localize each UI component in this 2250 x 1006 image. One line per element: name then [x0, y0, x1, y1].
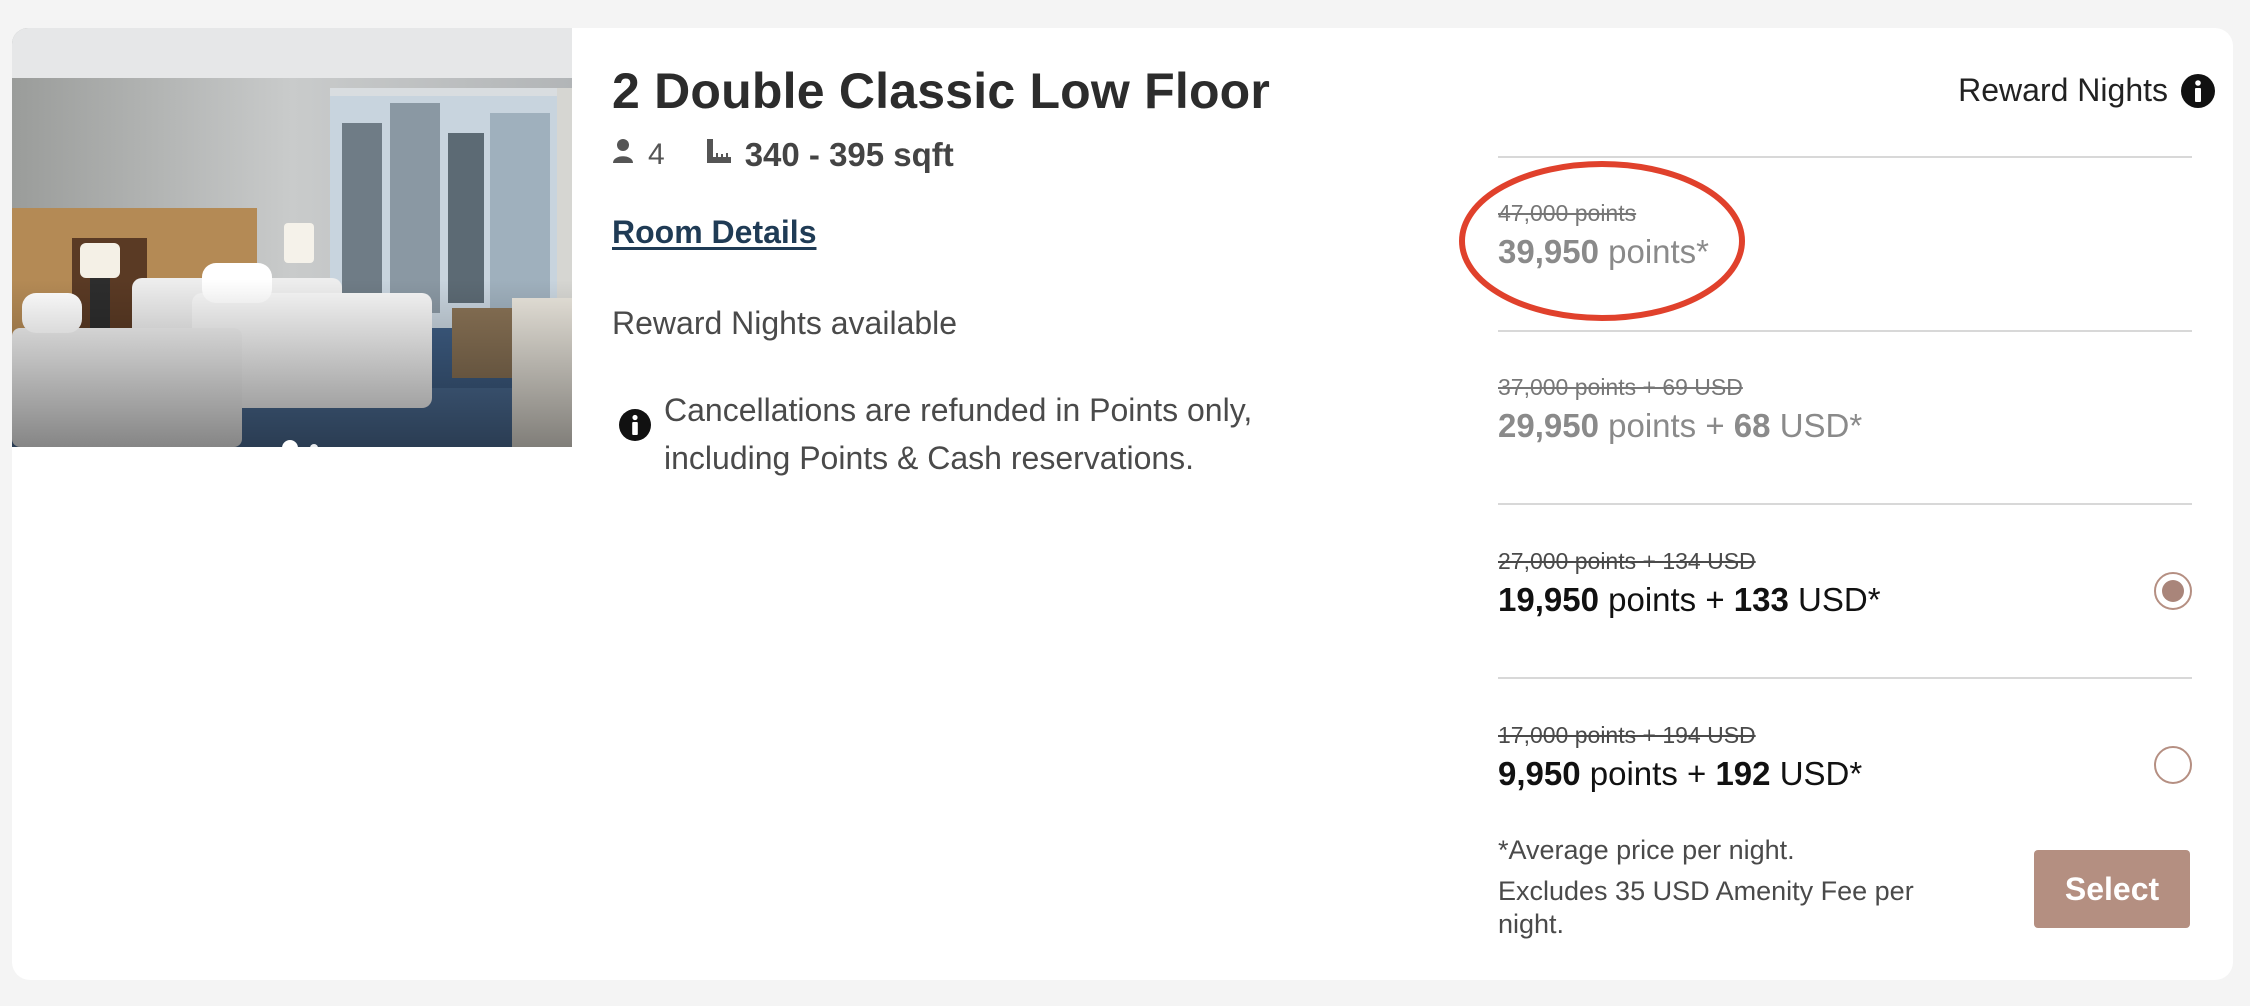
amenity-fee-note: Excludes 35 USD Amenity Fee per night.: [1498, 876, 1914, 939]
points-value: 9,950: [1498, 755, 1581, 792]
cash-unit: USD*: [1779, 755, 1863, 792]
points-value: 29,950: [1498, 407, 1599, 444]
cash-value: 68: [1733, 407, 1771, 444]
info-icon: [618, 408, 652, 447]
person-icon: [612, 138, 634, 172]
rate-divider: [1498, 677, 2192, 679]
rate-option-4[interactable]: 17,000 points + 194 USD 9,950 points + 1…: [1498, 722, 1862, 793]
room-title: 2 Double Classic Low Floor: [612, 63, 1271, 119]
select-button[interactable]: Select: [2034, 850, 2190, 928]
original-price: 27,000 points + 134 USD: [1498, 548, 1756, 574]
cash-unit: USD*: [1798, 581, 1881, 618]
rate-divider: [1498, 503, 2192, 505]
points-unit: points: [1608, 581, 1697, 618]
carousel-dot-2[interactable]: [310, 444, 318, 447]
rate-divider: [1498, 330, 2192, 332]
discounted-price: 29,950 points + 68 USD*: [1498, 407, 1862, 445]
carousel-dot-1[interactable]: [282, 440, 298, 447]
reward-nights-header: Reward Nights: [1958, 72, 2216, 109]
cash-unit: USD*: [1779, 407, 1863, 444]
original-price: 17,000 points + 194 USD: [1498, 722, 1756, 748]
points-value: 39,950: [1498, 233, 1599, 270]
points-value: 19,950: [1498, 581, 1599, 618]
cash-value: 133: [1733, 581, 1789, 618]
ruler-icon: [705, 137, 733, 173]
rate-radio-4[interactable]: [2154, 746, 2192, 784]
discounted-price: 39,950 points*: [1498, 233, 1709, 271]
fine-print: *Average price per night. Excludes 35 US…: [1498, 834, 1928, 941]
points-unit: points*: [1608, 233, 1710, 270]
room-meta: 4 340 - 395 sqft: [612, 136, 954, 174]
rate-option-2[interactable]: 37,000 points + 69 USD 29,950 points + 6…: [1498, 374, 1862, 445]
room-photo[interactable]: [12, 28, 572, 447]
carousel-dots[interactable]: [282, 440, 318, 447]
rate-option-1[interactable]: 47,000 points 39,950 points*: [1498, 200, 1709, 271]
cancellation-note: Cancellations are refunded in Points onl…: [618, 386, 1252, 482]
availability-text: Reward Nights available: [612, 305, 958, 341]
average-price-note: *Average price per night.: [1498, 835, 1795, 865]
original-price: 37,000 points + 69 USD: [1498, 374, 1743, 400]
points-unit: points: [1589, 755, 1678, 792]
points-unit: points: [1608, 407, 1697, 444]
occupancy-value: 4: [648, 138, 665, 171]
plus-sign: +: [1705, 581, 1725, 618]
discounted-price: 9,950 points + 192 USD*: [1498, 755, 1862, 793]
plus-sign: +: [1687, 755, 1707, 792]
reward-nights-label: Reward Nights: [1958, 72, 2168, 108]
room-details-link[interactable]: Room Details: [612, 214, 816, 251]
cancellation-line-2: including Points & Cash reservations.: [664, 440, 1195, 476]
original-price: 47,000 points: [1498, 200, 1637, 226]
rate-option-3[interactable]: 27,000 points + 134 USD 19,950 points + …: [1498, 548, 1881, 619]
cash-value: 192: [1715, 755, 1771, 792]
rate-divider: [1498, 156, 2192, 158]
discounted-price: 19,950 points + 133 USD*: [1498, 581, 1881, 619]
room-size: 340 - 395 sqft: [744, 136, 954, 173]
reward-nights-info-icon[interactable]: [2180, 73, 2216, 109]
cancellation-line-1: Cancellations are refunded in Points onl…: [664, 392, 1253, 428]
room-photo-image: [12, 28, 572, 447]
cancellation-text: Cancellations are refunded in Points onl…: [664, 386, 1252, 482]
rate-radio-3[interactable]: [2154, 572, 2192, 610]
plus-sign: +: [1705, 407, 1725, 444]
